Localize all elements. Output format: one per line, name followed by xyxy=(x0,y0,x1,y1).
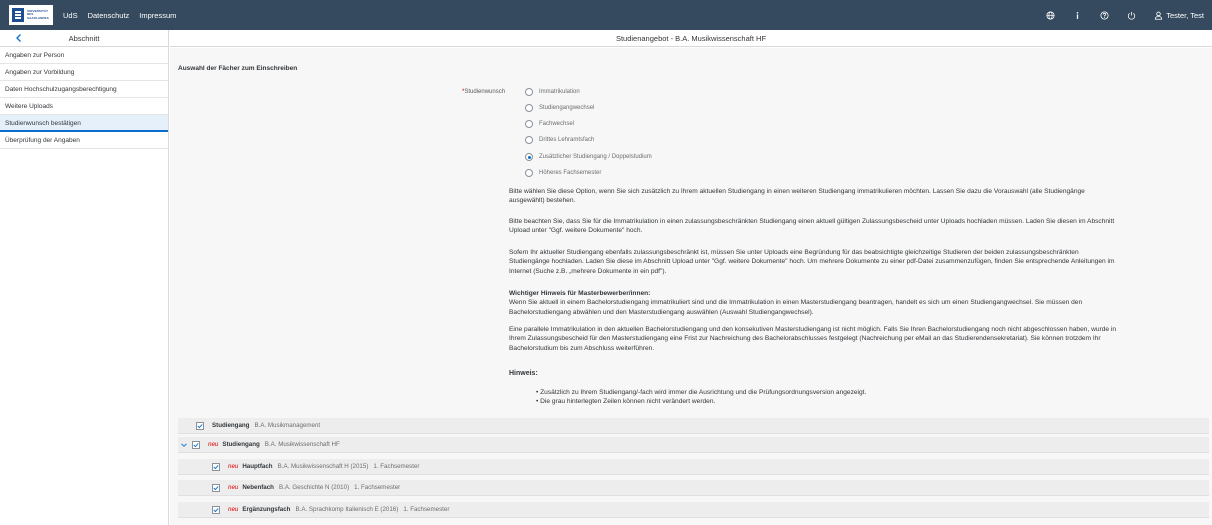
sidebar-item-studienwunsch[interactable]: Studienwunsch bestätigen xyxy=(0,115,168,132)
study-row-ergaenzungsfach: neu Ergänzungsfach B.A. Sprachkomp Itali… xyxy=(178,502,1209,518)
new-marker: neu xyxy=(228,506,239,513)
radio-studiengangwechsel[interactable]: Studiengangwechsel xyxy=(525,104,594,112)
radio-label: Studiengangwechsel xyxy=(539,105,595,111)
radio-button[interactable] xyxy=(525,136,533,144)
study-row-musikwissenschaft: neu Studiengang B.A. Musikwissenschaft H… xyxy=(178,437,1209,453)
row-value: B.A. Musikwissenschaft H (2015) xyxy=(277,463,369,470)
info-icon[interactable] xyxy=(1072,10,1082,20)
sidebar-item-vorbildung[interactable]: Angaben zur Vorbildung xyxy=(0,64,168,81)
checkbox[interactable] xyxy=(212,505,220,514)
row-value: B.A. Musikwissenschaft HF xyxy=(264,441,340,448)
user-name: Tester, Test xyxy=(1166,10,1204,20)
help-icon[interactable] xyxy=(1099,10,1109,20)
master-notice-text: Wenn Sie aktuell in einem Bachelorstudie… xyxy=(509,299,1083,316)
row-value: B.A. Geschichte N (2010) xyxy=(278,484,350,491)
radio-label: Zusätzlicher Studiengang / Doppelstudium xyxy=(539,154,652,160)
checkbox[interactable] xyxy=(192,440,200,449)
link-impressum[interactable]: Impressum xyxy=(139,11,176,20)
main-content: Auswahl der Fächer zum Einschreiben *Stu… xyxy=(170,48,1212,525)
row-label: Ergänzungsfach xyxy=(242,506,291,513)
logo-line-3: SAARLANDES xyxy=(27,15,49,20)
radio-label: Höheres Fachsemester xyxy=(539,170,602,176)
radio-label: Fachwechsel xyxy=(539,121,575,127)
new-marker: neu xyxy=(228,463,239,470)
user-icon xyxy=(1153,10,1163,20)
row-semester: 1. Fachsemester xyxy=(354,484,401,491)
globe-icon[interactable] xyxy=(1045,10,1055,20)
checkbox[interactable] xyxy=(196,421,204,430)
field-label-text: Studienwunsch xyxy=(464,89,506,95)
info-paragraph-3: Sofern Ihr aktueller Studiengang ebenfal… xyxy=(509,249,1115,275)
new-marker: neu xyxy=(208,441,219,448)
radio-button[interactable] xyxy=(525,169,533,177)
radio-button[interactable] xyxy=(525,120,533,128)
hint-item: Zusätzlich zu Ihrem Studiengang/-fach wi… xyxy=(536,389,866,396)
master-notice-title: Wichtiger Hinweis für Masterbewerber/inn… xyxy=(509,290,651,297)
studienwunsch-label: *Studienwunsch xyxy=(462,89,505,95)
radio-doppelstudium[interactable]: Zusätzlicher Studiengang / Doppelstudium xyxy=(525,153,652,161)
new-marker: neu xyxy=(228,484,239,491)
row-semester: 1. Fachsemester xyxy=(373,463,420,470)
logo-mark-icon xyxy=(12,8,24,22)
row-label: Hauptfach xyxy=(242,463,273,470)
header-actions: Tester, Test xyxy=(1045,10,1204,20)
logo-text: UNIVERSITÄT DES SAARLANDES xyxy=(27,9,49,21)
study-row-musikmanagement: Studiengang B.A. Musikmanagement xyxy=(178,418,1209,434)
back-arrow-icon[interactable] xyxy=(14,33,24,43)
checkbox[interactable] xyxy=(212,462,220,471)
hint-item: Die grau hinterlegten Zeilen können nich… xyxy=(536,398,715,405)
row-label: Studiengang xyxy=(212,422,250,429)
sidebar-item-person[interactable]: Angaben zur Person xyxy=(0,47,168,64)
link-datenschutz[interactable]: Datenschutz xyxy=(88,11,130,20)
row-semester: 1. Fachsemester xyxy=(403,506,450,513)
sidebar-item-hochschulzugang[interactable]: Daten Hochschulzugangsberechtigung xyxy=(0,81,168,98)
radio-hoeheres-fachsemester[interactable]: Höheres Fachsemester xyxy=(525,169,601,177)
user-menu[interactable]: Tester, Test xyxy=(1153,10,1204,20)
row-label: Nebenfach xyxy=(242,484,274,491)
sidebar-header: Abschnitt xyxy=(0,30,168,47)
header-links: UdS Datenschutz Impressum xyxy=(63,11,176,20)
study-row-hauptfach: neu Hauptfach B.A. Musikwissenschaft H (… xyxy=(178,459,1209,475)
hint-title: Hinweis: xyxy=(509,370,538,377)
section-title: Auswahl der Fächer zum Einschreiben xyxy=(178,65,298,72)
sidebar: Abschnitt Angaben zur Person Angaben zur… xyxy=(0,30,169,525)
row-label: Studiengang xyxy=(222,441,260,448)
study-row-nebenfach: neu Nebenfach B.A. Geschichte N (2010) 1… xyxy=(178,480,1209,496)
sidebar-title: Abschnitt xyxy=(68,33,100,43)
sidebar-item-ueberpruefung[interactable]: Überprüfung der Angaben xyxy=(0,132,168,149)
radio-drittes-lehramtsfach[interactable]: Drittes Lehramtsfach xyxy=(525,136,594,144)
checkbox[interactable] xyxy=(212,483,220,492)
info-paragraph-5: Eine parallele Immatrikulation in den ak… xyxy=(509,326,1117,352)
sidebar-item-uploads[interactable]: Weitere Uploads xyxy=(0,98,168,115)
master-notice: Wichtiger Hinweis für Masterbewerber/inn… xyxy=(509,289,1119,317)
university-logo[interactable]: UNIVERSITÄT DES SAARLANDES xyxy=(9,5,53,25)
page-title: Studienangebot - B.A. Musikwissenschaft … xyxy=(170,30,1212,47)
radio-button-selected[interactable] xyxy=(525,153,533,161)
row-value: B.A. Sprachkomp Italienisch E (2016) xyxy=(295,506,399,513)
radio-label: Immatrikulation xyxy=(539,89,580,95)
radio-button[interactable] xyxy=(525,104,533,112)
info-paragraph-1: Bitte wählen Sie diese Option, wenn Sie … xyxy=(509,188,1085,205)
shell-header: UNIVERSITÄT DES SAARLANDES UdS Datenschu… xyxy=(0,0,1212,30)
info-paragraph-2: Bitte beachten Sie, dass Sie für die Imm… xyxy=(509,218,1115,235)
chevron-down-icon[interactable] xyxy=(180,441,188,449)
radio-fachwechsel[interactable]: Fachwechsel xyxy=(525,120,574,128)
link-uds[interactable]: UdS xyxy=(63,11,78,20)
row-value: B.A. Musikmanagement xyxy=(254,422,321,429)
radio-button[interactable] xyxy=(525,88,533,96)
radio-label: Drittes Lehramtsfach xyxy=(539,137,595,143)
power-icon[interactable] xyxy=(1126,10,1136,20)
radio-immatrikulation[interactable]: Immatrikulation xyxy=(525,88,580,96)
